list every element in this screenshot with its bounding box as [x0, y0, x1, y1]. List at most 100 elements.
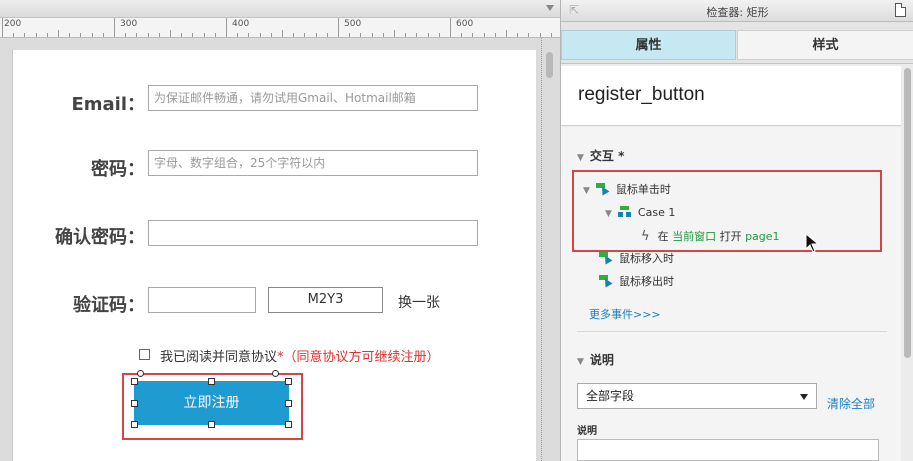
event-on-mouse-leave[interactable]: 鼠标移出时	[599, 273, 674, 289]
scrollbar-thumb[interactable]	[904, 68, 911, 358]
ruler-tick	[450, 18, 451, 37]
ruler-tick	[203, 33, 205, 37]
inspector-titlebar: ⇱ 检查器: 矩形	[561, 0, 913, 22]
resize-handle[interactable]	[208, 378, 215, 385]
canvas-scrollbar[interactable]	[546, 52, 553, 78]
ruler-tick	[539, 33, 541, 37]
tab-properties[interactable]: 属性	[561, 30, 736, 60]
interaction-highlight	[572, 170, 882, 252]
clear-all-link[interactable]: 清除全部	[827, 395, 875, 412]
register-button[interactable]: 立即注册	[134, 381, 289, 425]
ruler-tick	[2, 18, 3, 37]
notes-label: 说明	[577, 426, 597, 437]
email-input[interactable]: 为保证邮件畅通，请勿试用Gmail、Hotmail邮箱	[148, 85, 478, 111]
ruler-tick	[237, 33, 239, 37]
notes-header: 说明	[589, 353, 614, 367]
ruler-tick	[80, 33, 82, 37]
resize-handle[interactable]	[131, 421, 138, 428]
field-select-value: 全部字段	[586, 389, 635, 403]
ruler-tick	[506, 30, 507, 37]
event-on-mouse-enter[interactable]: 鼠标移入时	[599, 250, 674, 266]
ruler-tick	[282, 30, 283, 37]
ruler-tick	[293, 33, 295, 37]
ruler-tick	[483, 33, 485, 37]
ruler-tick	[13, 33, 15, 37]
element-name-box[interactable]: register_button	[561, 66, 901, 126]
canvas-area[interactable]: 200 300 400 500 600 Email： 为保证邮件畅通，请勿试用G…	[0, 0, 560, 461]
chevron-down-icon[interactable]	[546, 5, 554, 11]
resize-handle[interactable]	[285, 378, 292, 385]
element-name[interactable]: register_button	[578, 84, 705, 106]
inspector-scrollbar[interactable]	[901, 64, 913, 461]
ruler-tick	[360, 33, 362, 37]
collapse-triangle-icon[interactable]: ▼	[577, 153, 584, 163]
ruler-tick	[461, 33, 463, 37]
horizontal-ruler: 200 300 400 500 600	[0, 18, 560, 38]
ruler-tick	[326, 33, 328, 37]
ruler-tick	[528, 33, 530, 37]
ruler-label: 300	[120, 19, 138, 29]
ruler-tick	[24, 33, 26, 37]
resize-handle[interactable]	[131, 400, 138, 407]
ruler-label: 500	[344, 19, 362, 29]
ruler-tick	[35, 33, 37, 37]
ruler-label: 200	[4, 19, 22, 29]
event-icon	[599, 252, 613, 265]
chevron-down-icon	[800, 394, 808, 400]
interaction-header: 交互 *	[589, 149, 625, 163]
inspector-tabs: 属性 样式	[561, 22, 913, 64]
change-captcha-link[interactable]: 换一张	[398, 292, 440, 312]
ruler-tick	[382, 33, 384, 37]
notes-textarea[interactable]	[577, 439, 879, 461]
field-select[interactable]: 全部字段	[577, 383, 817, 409]
ruler-tick	[181, 33, 183, 37]
notes-section-header[interactable]: ▼ 说明	[577, 351, 614, 368]
mouse-cursor-icon	[805, 233, 819, 253]
password-label: 密码：	[91, 159, 145, 180]
ruler-tick	[550, 33, 552, 37]
event-label: 鼠标移入时	[619, 252, 674, 265]
resize-handle[interactable]	[285, 400, 292, 407]
captcha-input[interactable]	[148, 287, 256, 313]
captcha-label: 验证码：	[73, 295, 145, 316]
tab-style[interactable]: 样式	[737, 30, 913, 60]
ruler-tick	[69, 33, 71, 37]
canvas-toolbar	[0, 0, 560, 18]
resize-handle[interactable]	[285, 421, 292, 428]
collapse-triangle-icon[interactable]: ▼	[577, 357, 584, 367]
ruler-tick	[315, 33, 317, 37]
agree-text: 我已阅读并同意协议	[160, 350, 278, 365]
ruler-tick	[304, 33, 306, 37]
confirm-password-label: 确认密码：	[55, 227, 145, 248]
ruler-tick	[46, 33, 48, 37]
ruler-tick	[58, 30, 59, 37]
ruler-tick	[158, 33, 160, 37]
event-label: 鼠标移出时	[619, 275, 674, 288]
event-icon	[599, 275, 613, 288]
page-guide	[541, 38, 542, 461]
ruler-tick	[125, 33, 127, 37]
ruler-tick	[338, 18, 339, 37]
ruler-tick	[102, 33, 104, 37]
ruler-tick	[472, 33, 474, 37]
password-input[interactable]: 字母、数字组合，25个字符以内	[148, 150, 478, 176]
email-label: Email：	[71, 94, 145, 115]
page-icon[interactable]	[895, 3, 906, 17]
ruler-label: 600	[456, 19, 474, 29]
captcha-image: M2Y3	[268, 287, 383, 313]
ruler-tick	[147, 33, 149, 37]
resize-handle[interactable]	[208, 421, 215, 428]
more-events-link[interactable]: 更多事件>>>	[589, 306, 661, 322]
ruler-tick	[214, 33, 216, 37]
agree-checkbox[interactable]	[139, 349, 150, 360]
rotate-handle[interactable]	[272, 370, 279, 377]
resize-handle[interactable]	[131, 378, 138, 385]
ruler-tick	[416, 33, 418, 37]
rotate-handle[interactable]	[137, 370, 144, 377]
ruler-label: 400	[232, 19, 250, 29]
confirm-password-input[interactable]	[148, 220, 478, 246]
interaction-section-header[interactable]: ▼ 交互 *	[577, 147, 624, 164]
section-divider	[577, 331, 887, 332]
ruler-tick	[427, 33, 429, 37]
ruler-tick	[259, 33, 261, 37]
